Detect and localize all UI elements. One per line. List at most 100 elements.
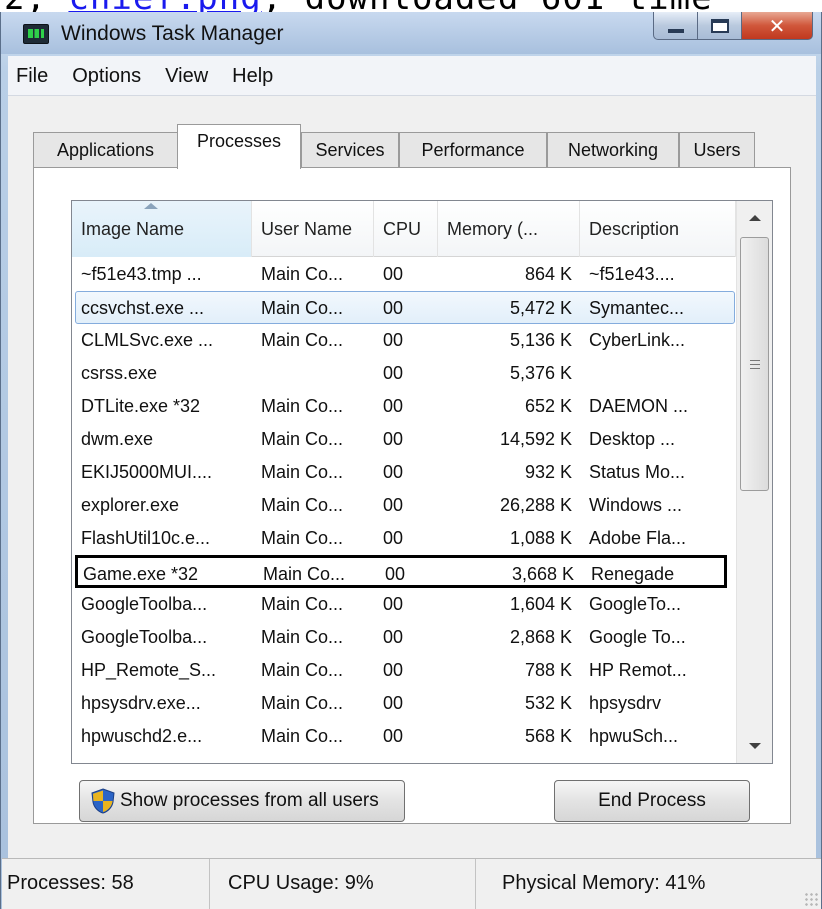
- end-process-button[interactable]: End Process: [554, 780, 750, 822]
- tab-users[interactable]: Users: [679, 132, 755, 168]
- task-manager-icon: [23, 24, 49, 44]
- cell-image-name: dwm.exe: [81, 429, 154, 449]
- close-button[interactable]: ✕: [741, 12, 813, 40]
- cell-memory: 864 K: [524, 264, 572, 284]
- cell-cpu: 00: [383, 396, 404, 416]
- menu-help[interactable]: Help: [220, 56, 285, 96]
- tab-services[interactable]: Services: [301, 132, 399, 168]
- scroll-up-button[interactable]: [737, 201, 772, 235]
- menu-view[interactable]: View: [153, 56, 220, 96]
- cell-user-name: Main Co...: [261, 396, 344, 416]
- table-row[interactable]: explorer.exe Main Co... 00 26,288 K Windows …: [72, 489, 736, 522]
- arrow-up-icon: [748, 215, 761, 221]
- task-manager-window: Windows Task Manager ✕ File Options View…: [0, 12, 822, 909]
- tab-networking[interactable]: Networking: [547, 132, 679, 168]
- table-row[interactable]: CLMLSvc.exe ... Main Co... 00 5,136 K CyberL…: [72, 324, 736, 357]
- grip-icon: [749, 359, 760, 369]
- cell-image-name: hpwuschd2.e...: [81, 726, 203, 746]
- cell-memory: 5,136 K: [509, 330, 572, 350]
- maximize-button[interactable]: [697, 12, 741, 40]
- close-icon: ✕: [768, 13, 786, 38]
- table-row[interactable]: HP_Remote_S... Main Co... 00 788 K HP Remot.…: [72, 654, 736, 687]
- cell-description: Adobe Fla...: [589, 528, 687, 548]
- cell-description: hpsysdrv: [589, 693, 662, 713]
- cell-cpu: 00: [383, 594, 404, 614]
- cell-image-name: hpsysdrv.exe...: [81, 693, 201, 713]
- process-list[interactable]: Image Name User Name CPU Memory (... Des…: [71, 200, 773, 764]
- cell-memory: 2,868 K: [509, 627, 572, 647]
- arrow-down-icon: [748, 743, 761, 749]
- cell-image-name: ccsvchst.exe ...: [81, 298, 205, 318]
- column-image-name[interactable]: Image Name: [72, 201, 252, 257]
- status-bar: Processes: 58 CPU Usage: 9% Physical Mem…: [2, 858, 821, 909]
- menu-bar: File Options View Help: [8, 56, 816, 96]
- title-bar[interactable]: Windows Task Manager ✕: [1, 12, 821, 54]
- column-memory[interactable]: Memory (...: [438, 201, 580, 257]
- table-row[interactable]: Game.exe *32 Main Co... 00 3,668 K Renegade: [75, 555, 727, 588]
- cell-image-name: HP_Remote_S...: [81, 660, 217, 680]
- table-row[interactable]: EKIJ5000MUI.... Main Co... 00 932 K Status M…: [72, 456, 736, 489]
- cell-description: Windows ...: [589, 495, 683, 515]
- table-row[interactable]: ccsvchst.exe ... Main Co... 00 5,472 K Syman…: [75, 291, 735, 324]
- cell-user-name: Main Co...: [261, 298, 344, 318]
- resize-grip[interactable]: [804, 892, 818, 906]
- cell-cpu: 00: [383, 660, 404, 680]
- status-physical-memory: Physical Memory: 41%: [502, 872, 706, 894]
- tab-applications[interactable]: Applications: [33, 132, 178, 168]
- menu-file[interactable]: File: [8, 56, 60, 96]
- cell-cpu: 00: [383, 726, 404, 746]
- cell-memory: 568 K: [524, 726, 572, 746]
- table-row[interactable]: csrss.exe 00 5,376 K: [72, 357, 736, 390]
- table-row[interactable]: GoogleToolba... Main Co... 00 1,604 K Google…: [72, 588, 736, 621]
- cell-user-name: Main Co...: [261, 693, 344, 713]
- cell-cpu: 00: [383, 627, 404, 647]
- column-cpu[interactable]: CPU: [374, 201, 438, 257]
- cell-image-name: csrss.exe: [81, 363, 158, 383]
- cell-memory: 5,376 K: [509, 363, 572, 383]
- cell-user-name: Main Co...: [261, 660, 344, 680]
- cell-image-name: ~f51e43.tmp ...: [81, 264, 202, 284]
- status-cpu-usage: CPU Usage: 9%: [210, 859, 476, 909]
- cell-cpu: 00: [383, 298, 404, 318]
- table-row[interactable]: DTLite.exe *32 Main Co... 00 652 K DAEMON ..…: [72, 390, 736, 423]
- scroll-down-button[interactable]: [737, 729, 772, 763]
- table-row[interactable]: hpsysdrv.exe... Main Co... 00 532 K hpsysdrv: [72, 687, 736, 720]
- cell-image-name: GoogleToolba...: [81, 594, 208, 614]
- cell-image-name: EKIJ5000MUI....: [81, 462, 213, 482]
- column-description[interactable]: Description: [580, 201, 736, 257]
- show-all-processes-button[interactable]: Show processes from all users: [79, 780, 405, 822]
- menu-options[interactable]: Options: [60, 56, 153, 96]
- cell-cpu: 00: [383, 462, 404, 482]
- table-row[interactable]: dwm.exe Main Co... 00 14,592 K Desktop ...: [72, 423, 736, 456]
- cell-user-name: Main Co...: [261, 627, 344, 647]
- cell-user-name: Main Co...: [261, 495, 344, 515]
- scroll-thumb[interactable]: [740, 237, 769, 491]
- minimize-button[interactable]: [653, 12, 697, 40]
- table-row[interactable]: FlashUtil10c.e... Main Co... 00 1,088 K Adob…: [72, 522, 736, 555]
- cell-description: Renegade: [591, 564, 675, 584]
- cell-cpu: 00: [383, 264, 404, 284]
- cell-image-name: explorer.exe: [81, 495, 180, 515]
- cell-memory: 788 K: [524, 660, 572, 680]
- cell-image-name: DTLite.exe *32: [81, 396, 201, 416]
- tab-performance[interactable]: Performance: [399, 132, 547, 168]
- cell-cpu: 00: [383, 330, 404, 350]
- table-row[interactable]: GoogleToolba... Main Co... 00 2,868 K Google…: [72, 621, 736, 654]
- cell-memory: 932 K: [524, 462, 572, 482]
- cell-user-name: Main Co...: [261, 726, 344, 746]
- cell-user-name: Main Co...: [261, 528, 344, 548]
- vertical-scrollbar[interactable]: [736, 201, 772, 763]
- table-row[interactable]: hpwuschd2.e... Main Co... 00 568 K hpwuSch..…: [72, 720, 736, 753]
- column-user-name[interactable]: User Name: [252, 201, 374, 257]
- tab-processes[interactable]: Processes: [177, 124, 301, 169]
- cell-user-name: [252, 357, 374, 390]
- cell-memory: 26,288 K: [499, 495, 572, 515]
- cell-memory: 532 K: [524, 693, 572, 713]
- cell-user-name: Main Co...: [261, 594, 344, 614]
- cell-user-name: Main Co...: [261, 330, 344, 350]
- list-header: Image Name User Name CPU Memory (... Des…: [72, 201, 736, 257]
- cell-description: HP Remot...: [589, 660, 687, 680]
- cell-image-name: Game.exe *32: [83, 564, 199, 584]
- cell-memory: 1,604 K: [509, 594, 572, 614]
- table-row[interactable]: ~f51e43.tmp ... Main Co... 00 864 K ~f51e43.…: [72, 258, 736, 291]
